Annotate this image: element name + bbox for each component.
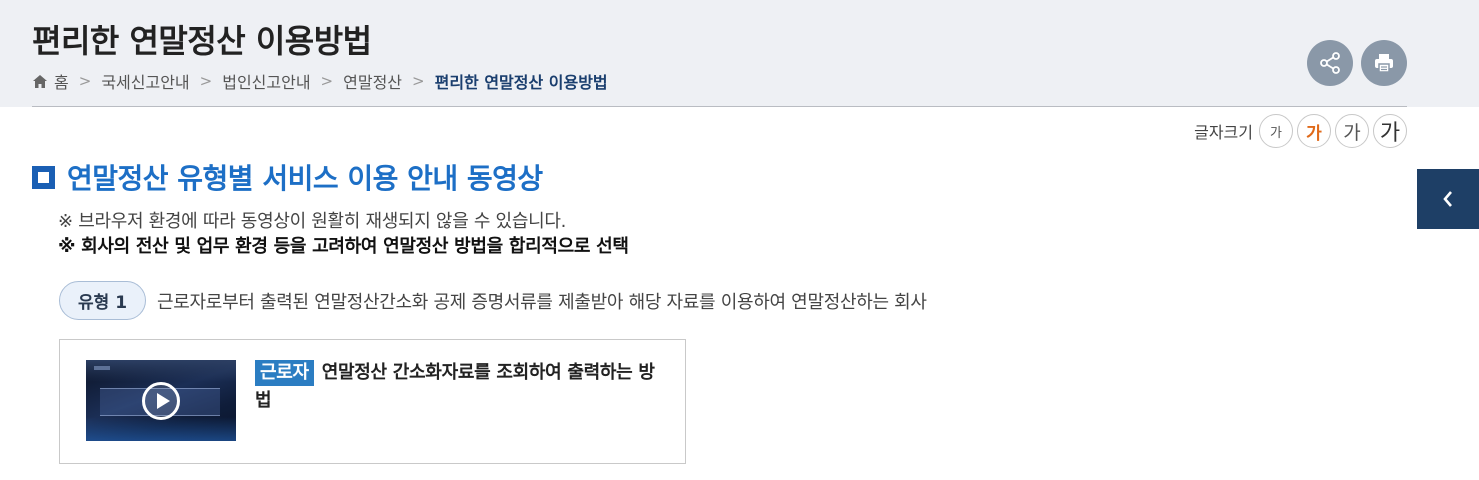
- font-size-xlarge-button[interactable]: 가: [1373, 114, 1407, 148]
- print-button[interactable]: [1361, 40, 1407, 86]
- font-size-control: 글자크기 가 가 가 가: [1194, 114, 1407, 148]
- chevron-right-icon: >: [199, 72, 213, 90]
- chevron-right-icon: >: [78, 72, 92, 90]
- breadcrumb-home[interactable]: 홈: [54, 69, 69, 93]
- type-description: 근로자로부터 출력된 연말정산간소화 공제 증명서류를 제출받아 해당 자료를 …: [157, 291, 927, 313]
- type-row: 유형 1 근로자로부터 출력된 연말정산간소화 공제 증명서류를 제출받아 해당…: [59, 281, 927, 320]
- video-title: 연말정산 간소화자료를 조회하여 출력하는 방법: [255, 362, 655, 411]
- breadcrumb-item[interactable]: 법인신고안내: [222, 69, 310, 93]
- header-divider: [32, 106, 1407, 107]
- font-size-small-button[interactable]: 가: [1259, 114, 1293, 148]
- font-size-label: 글자크기: [1194, 123, 1253, 142]
- page-header: 편리한 연말정산 이용방법 홈 > 국세신고안내 > 법인신고안내 > 연말정산…: [0, 0, 1479, 107]
- chevron-right-icon: >: [320, 72, 334, 90]
- browser-notice: ※ 브라우저 환경에 따라 동영상이 원활히 재생되지 않을 수 있습니다.: [58, 211, 567, 232]
- home-icon[interactable]: [32, 74, 48, 89]
- chevron-right-icon: >: [412, 72, 425, 90]
- thumbnail-header-strip: [86, 360, 236, 382]
- breadcrumb: 홈 > 국세신고안내 > 법인신고안내 > 연말정산 > 편리한 연말정산 이용…: [32, 69, 608, 93]
- video-card[interactable]: 근로자 연말정산 간소화자료를 조회하여 출력하는 방법: [59, 339, 686, 464]
- breadcrumb-item[interactable]: 연말정산: [343, 69, 402, 93]
- section-heading: 연말정산 유형별 서비스 이용 안내 동영상: [32, 157, 543, 197]
- breadcrumb-current: 편리한 연말정산 이용방법: [434, 73, 608, 92]
- font-size-default-button[interactable]: 가: [1297, 114, 1331, 148]
- video-title-block[interactable]: 근로자 연말정산 간소화자료를 조회하여 출력하는 방법: [255, 359, 660, 415]
- thumbnail-logo: [94, 366, 110, 370]
- chevron-left-icon: [1443, 191, 1452, 207]
- side-panel-toggle[interactable]: [1417, 169, 1479, 229]
- share-button[interactable]: [1307, 40, 1353, 86]
- section-title: 연말정산 유형별 서비스 이용 안내 동영상: [67, 162, 543, 195]
- bullet-square-icon: [32, 165, 55, 189]
- breadcrumb-item[interactable]: 국세신고안내: [101, 69, 189, 93]
- play-icon[interactable]: [142, 382, 180, 420]
- font-size-large-button[interactable]: 가: [1335, 114, 1369, 148]
- video-thumbnail[interactable]: [86, 360, 236, 441]
- selection-notice: ※ 회사의 전산 및 업무 환경 등을 고려하여 연말정산 방법을 합리적으로 …: [58, 236, 629, 257]
- thumbnail-glow: [86, 417, 236, 441]
- type-badge: 유형 1: [59, 281, 147, 320]
- print-icon: [1375, 54, 1393, 73]
- page-title: 편리한 연말정산 이용방법: [32, 22, 372, 60]
- share-icon: [1320, 52, 1340, 74]
- video-tag: 근로자: [255, 360, 314, 386]
